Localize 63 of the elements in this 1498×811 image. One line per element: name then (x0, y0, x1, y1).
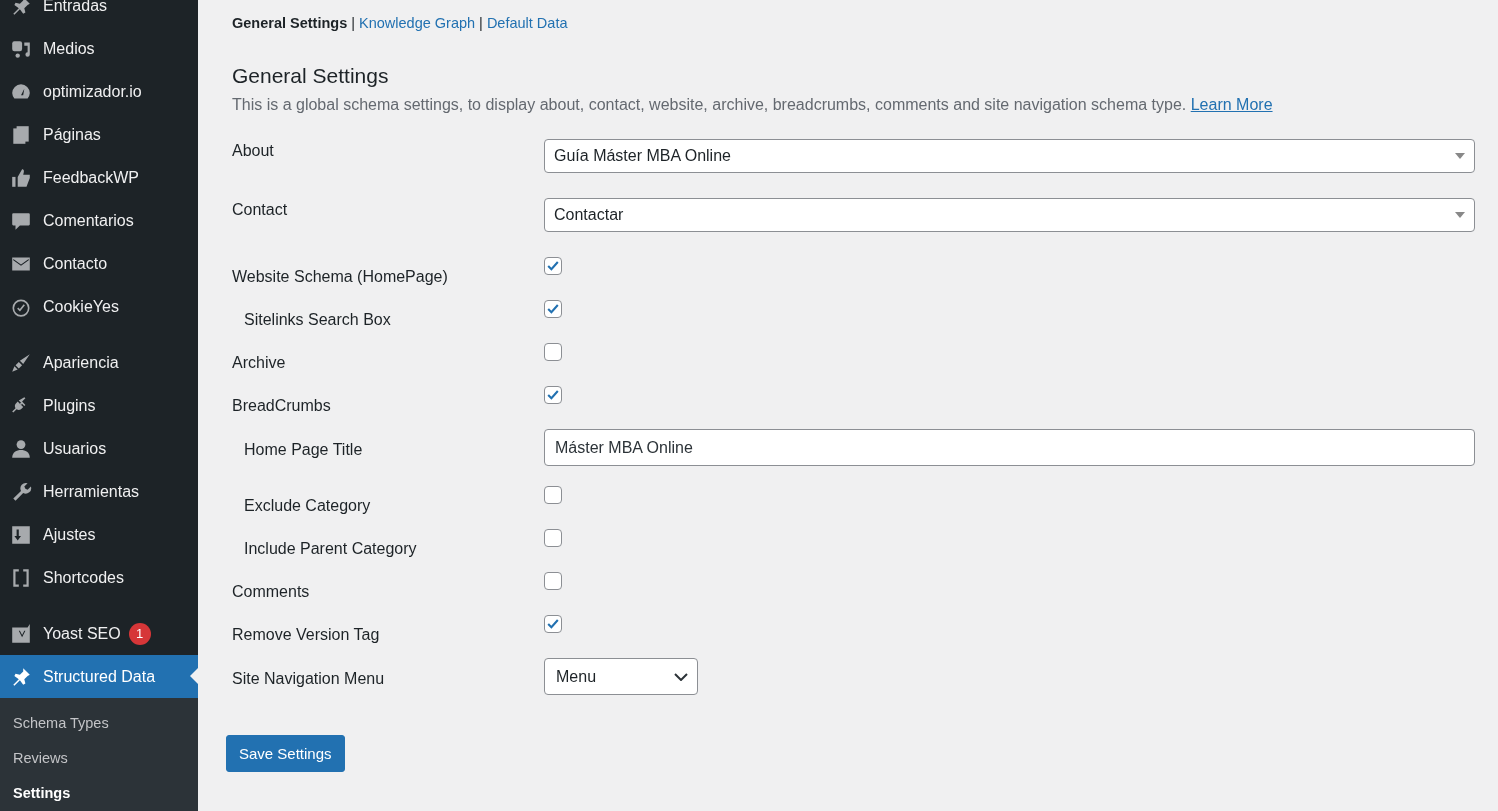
dropdown-field[interactable]: Menu (544, 658, 698, 695)
checkbox[interactable] (544, 257, 562, 275)
wrench-icon (10, 480, 32, 503)
settings-tab[interactable]: Default Data (486, 15, 568, 31)
field-label: Home Page Title (243, 440, 364, 459)
chevron-down-icon (674, 672, 688, 681)
section-title: General Settings (232, 64, 390, 88)
select-field[interactable]: Contactar (544, 198, 1475, 232)
sidebar-item[interactable]: Usuarios (0, 427, 198, 470)
sidebar-item[interactable]: Structured Data (0, 655, 198, 698)
notification-badge: 1 (128, 622, 151, 645)
caret-icon (1455, 212, 1465, 218)
submenu-item[interactable]: Reviews (0, 741, 198, 776)
save-settings-button[interactable]: Save Settings (226, 735, 345, 772)
field-label: Comments (232, 582, 311, 601)
field-label: Site Navigation Menu (232, 669, 386, 688)
sidebar-item[interactable]: Comentarios (0, 199, 198, 242)
checkbox[interactable] (544, 615, 562, 633)
checkbox[interactable] (544, 572, 562, 590)
field-label: Contact (232, 200, 289, 219)
field-label: Archive (232, 353, 287, 372)
sidebar-item[interactable]: Medios (0, 27, 198, 70)
sidebar-item[interactable]: Yoast SEO 1 (0, 612, 198, 655)
pages-icon (10, 123, 32, 146)
submenu-item[interactable]: Settings (0, 776, 198, 811)
submenu-item[interactable]: Schema Types (0, 706, 198, 741)
field-label: Remove Version Tag (232, 625, 381, 644)
sidebar-item[interactable]: optimizador.io (0, 70, 198, 113)
sidebar-item[interactable]: Contacto (0, 242, 198, 285)
settings-tab[interactable]: General Settings (232, 15, 348, 31)
pin-icon (10, 0, 32, 17)
sidebar-item[interactable]: Ajustes (0, 513, 198, 556)
field-label: Website Schema (HomePage) (232, 267, 449, 286)
field-label: Sitelinks Search Box (243, 310, 392, 329)
user-icon (10, 437, 32, 460)
thumbs-up-icon (10, 166, 32, 189)
text-input[interactable]: Máster MBA Online (544, 429, 1475, 466)
section-description: This is a global schema settings, to display about, contact, website, archive, breadcrumbs, comments and site navigation schema type. Learn More (232, 96, 1274, 114)
sidebar-item[interactable]: Shortcodes (0, 556, 198, 599)
field-label: BreadCrumbs (232, 396, 332, 415)
select-field[interactable]: Guía Máster MBA Online (544, 139, 1475, 173)
learn-more-link[interactable]: Learn More (1190, 96, 1273, 113)
tab-separator: | (351, 15, 355, 31)
checkbox[interactable] (544, 300, 562, 318)
paintbrush-icon (10, 351, 32, 374)
field-label: Include Parent Category (243, 539, 418, 558)
checkbox[interactable] (544, 486, 562, 504)
settings-tab[interactable]: Knowledge Graph (359, 15, 476, 31)
checkbox[interactable] (544, 343, 562, 361)
field-label: Exclude Category (243, 496, 372, 515)
sidebar-item[interactable]: Plugins (0, 384, 198, 427)
sidebar-item[interactable]: FeedbackWP (0, 156, 198, 199)
checkbox[interactable] (544, 386, 562, 404)
sidebar-item[interactable]: Herramientas (0, 470, 198, 513)
caret-icon (1455, 153, 1465, 159)
tab-separator: | (479, 15, 483, 31)
sidebar-item[interactable]: Apariencia (0, 341, 198, 384)
sidebar-item[interactable]: CookieYes (0, 285, 198, 328)
pin-icon (10, 665, 32, 688)
brackets-icon (10, 566, 32, 589)
field-label: About (232, 141, 275, 160)
checkbox[interactable] (544, 529, 562, 547)
sidebar-item[interactable]: Páginas (0, 113, 198, 156)
